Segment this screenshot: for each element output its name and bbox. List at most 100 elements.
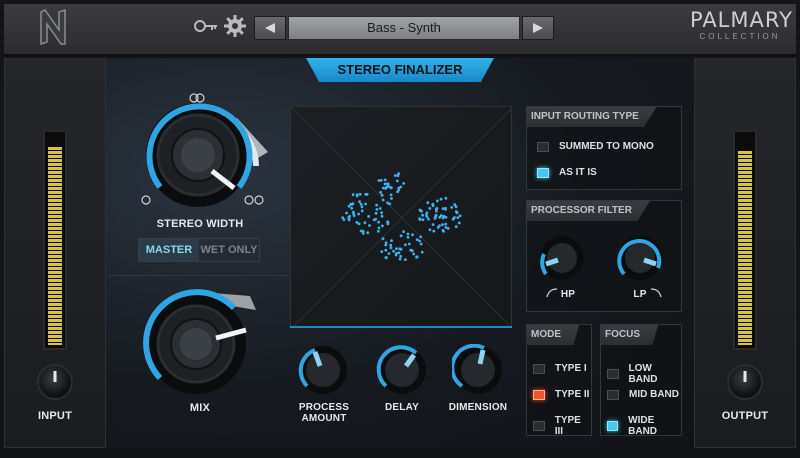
type-iii-led[interactable] — [533, 421, 545, 431]
dimension-label: DIMENSION — [448, 402, 508, 413]
scope-dot — [441, 229, 445, 232]
wet-only-button[interactable]: WET ONLY — [199, 239, 259, 261]
scope-dot — [431, 204, 435, 208]
type-i-option[interactable]: TYPE I — [533, 363, 587, 374]
divider — [108, 275, 288, 276]
scope-dot — [377, 179, 381, 182]
scope-dot — [399, 234, 403, 238]
scope-dot — [368, 224, 371, 227]
scope-dot — [379, 191, 382, 194]
scope-dot — [456, 216, 460, 219]
mode-panel: MODE TYPE I TYPE II TYPE III — [526, 324, 592, 437]
brand-sub: COLLECTION — [699, 32, 781, 41]
scope-dot — [386, 201, 389, 205]
mid-band-led[interactable] — [607, 389, 619, 400]
scope-dot — [375, 203, 378, 207]
master-button[interactable]: MASTER — [139, 239, 199, 261]
hp-label: HP — [560, 289, 576, 300]
scope-dot — [444, 196, 448, 200]
scope-dot — [402, 230, 405, 233]
hp-knob[interactable] — [538, 234, 586, 282]
brand-logo: PALMARY COLLECTION — [690, 8, 792, 41]
low-band-option[interactable]: LOW BAND — [607, 363, 681, 385]
input-routing-title: INPUT ROUTING TYPE — [527, 107, 657, 127]
previous-preset-button[interactable] — [254, 16, 286, 40]
input-knob[interactable] — [37, 364, 73, 400]
preset-name[interactable]: Bass - Synth — [288, 16, 520, 40]
scope-dot — [421, 213, 424, 217]
delay-knob[interactable] — [376, 344, 428, 396]
scope-dot — [381, 198, 385, 202]
input-label: INPUT — [38, 410, 72, 422]
scope-dot — [377, 220, 380, 224]
summed-to-mono-option[interactable]: SUMMED TO MONO — [537, 141, 654, 152]
lp-label: LP — [633, 289, 647, 300]
scope-dot — [438, 216, 442, 219]
scope-dot — [393, 174, 397, 177]
scope-dot — [398, 247, 402, 251]
mid-band-option[interactable]: MID BAND — [607, 389, 679, 400]
scope-dot — [381, 224, 384, 228]
scope-dot — [345, 211, 348, 215]
scope-dot — [402, 182, 406, 185]
scope-dot — [453, 203, 457, 207]
type-ii-option[interactable]: TYPE II — [533, 389, 589, 400]
scope-dot — [360, 205, 364, 209]
scope-dot — [415, 255, 419, 259]
scope-dot — [432, 229, 436, 233]
delay-label: DELAY — [385, 402, 419, 413]
scope-dot — [454, 225, 458, 229]
output-knob[interactable] — [727, 364, 763, 400]
low-band-led[interactable] — [607, 369, 619, 379]
next-preset-button[interactable] — [522, 16, 554, 40]
type-ii-label: TYPE II — [555, 389, 590, 400]
arrow-right-icon — [533, 23, 543, 33]
scope-dot — [351, 193, 355, 197]
scope-dot — [409, 248, 413, 252]
mono-icon — [141, 195, 151, 205]
mode-title: MODE — [527, 325, 579, 345]
mid-band-label: MID BAND — [629, 389, 679, 400]
scope-dot — [387, 252, 391, 256]
knob-pointer-icon — [743, 371, 747, 382]
type-ii-led[interactable] — [533, 389, 545, 400]
scope-dot — [380, 193, 384, 197]
scope-dot — [395, 179, 399, 183]
knob-pointer-icon — [53, 371, 57, 382]
type-i-led[interactable] — [533, 363, 545, 374]
key-icon[interactable] — [194, 19, 218, 33]
scope-dot — [426, 201, 430, 205]
wide-band-option[interactable]: WIDE BAND — [607, 415, 681, 437]
scope-dot — [458, 214, 462, 218]
scope-dot — [386, 222, 390, 226]
type-iii-option[interactable]: TYPE III — [533, 415, 591, 437]
stereo-scope — [290, 106, 512, 328]
wide-band-led[interactable] — [607, 421, 619, 431]
scope-dot — [431, 223, 435, 226]
scope-dot — [380, 250, 384, 254]
scope-dot — [341, 216, 344, 219]
lp-curve-icon — [650, 288, 662, 298]
scope-dot — [392, 249, 395, 253]
scope-dot — [424, 213, 428, 217]
scope-dot — [363, 221, 367, 225]
as-it-is-option[interactable]: AS IT IS — [537, 167, 597, 178]
gear-icon[interactable] — [224, 15, 246, 37]
process-amount-knob[interactable] — [297, 344, 349, 396]
scope-dot — [350, 206, 354, 210]
stereo-width-knob[interactable] — [132, 92, 272, 212]
dimension-knob[interactable] — [452, 344, 504, 396]
as-it-is-led[interactable] — [537, 167, 549, 178]
scope-dot — [364, 202, 367, 206]
scope-dot — [389, 243, 393, 247]
mix-knob[interactable] — [138, 286, 268, 400]
scope-dot — [457, 221, 461, 225]
scope-dot — [355, 193, 359, 196]
input-meter — [43, 130, 67, 350]
scope-dot — [385, 185, 389, 189]
scope-dot — [441, 207, 445, 210]
lp-knob[interactable] — [616, 234, 664, 282]
summed-to-mono-led[interactable] — [537, 141, 549, 152]
scope-dot — [366, 231, 370, 234]
scope-dot — [380, 214, 384, 218]
